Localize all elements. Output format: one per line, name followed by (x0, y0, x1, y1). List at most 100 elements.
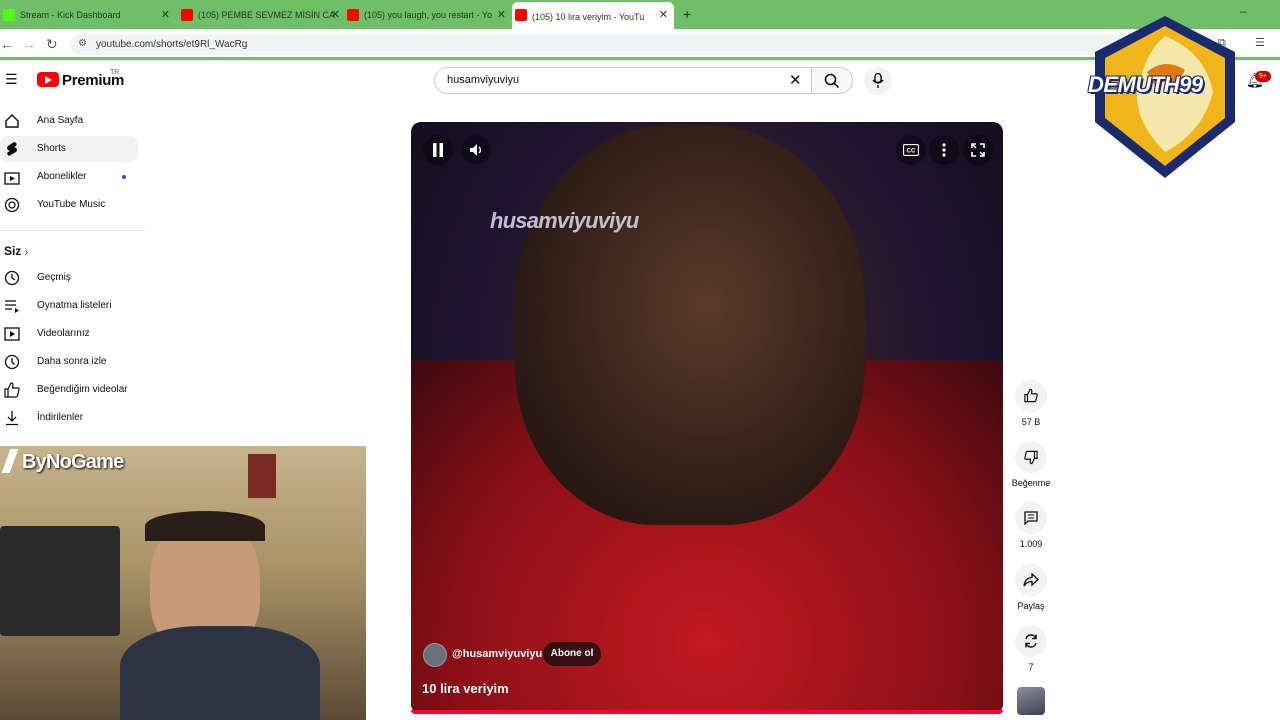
kick-favicon-icon (3, 9, 15, 21)
sidebar-item-label: Oynatma listeleri (37, 300, 112, 311)
site-info-icon[interactable]: ⚙ (78, 38, 87, 49)
thumbs-up-icon (1024, 388, 1038, 403)
streamer-hair (145, 511, 265, 541)
remix-count: 7 (1028, 662, 1034, 672)
hamburger-menu-icon[interactable]: ☰ (5, 71, 18, 88)
sidebar-item-playlists[interactable]: Oynatma listeleri (0, 293, 138, 319)
channel-name[interactable]: @husamviyuviyu (452, 648, 542, 660)
downloads-icon (6, 411, 18, 426)
streamer-shirt (120, 626, 320, 720)
back-icon[interactable]: ← (0, 36, 14, 52)
sidebar-item-subscriptions[interactable]: Abonelikler (0, 164, 138, 190)
playlist-icon (5, 300, 19, 313)
video-watermark: husamviyuviyu (490, 208, 639, 233)
url-text: youtube.com/shorts/et9Rl_WacRg (96, 39, 248, 50)
youtube-favicon-icon (347, 9, 359, 21)
thumbs-down-icon (1024, 450, 1038, 465)
streamer-webcam (0, 446, 366, 720)
video-frame-subject (515, 125, 865, 525)
comment-count: 1.009 (1019, 539, 1043, 549)
search-icon (824, 73, 840, 89)
shorts-icon (7, 142, 17, 156)
sidebar-item-music[interactable]: YouTube Music (0, 192, 138, 218)
history-icon (4, 270, 20, 286)
close-tab-icon[interactable]: ✕ (161, 8, 170, 21)
sidebar-item-label: Geçmiş (37, 272, 71, 283)
tab-title: Stream - Kick Dashboard (20, 10, 121, 20)
search-value: husamviyuviyu (447, 74, 520, 86)
fullscreen-icon (971, 143, 985, 157)
new-content-dot (122, 175, 126, 179)
close-tab-icon[interactable]: ✕ (659, 8, 668, 21)
more-options-button[interactable] (929, 135, 959, 165)
share-icon (1023, 573, 1039, 587)
url-field[interactable]: ⚙ youtube.com/shorts/et9Rl_WacRg (70, 34, 1220, 55)
tab-title: (105) 10 lira veriyim - YouTu (532, 11, 645, 22)
dislike-label: Beğenme (1011, 478, 1051, 488)
clear-search-icon[interactable]: ✕ (789, 71, 802, 89)
youtube-favicon-icon (515, 9, 527, 21)
sidebar-item-home[interactable]: Ana Sayfa (0, 108, 138, 134)
reload-icon[interactable]: ↻ (46, 36, 58, 53)
remix-button[interactable] (1015, 625, 1047, 657)
more-vertical-icon (942, 143, 946, 157)
tab-kick-dashboard[interactable]: Stream - Kick Dashboard ✕ (0, 4, 176, 26)
channel-avatar[interactable] (423, 643, 447, 667)
subscribe-button[interactable]: Abone ol (543, 642, 601, 666)
chevron-right-icon: › (24, 247, 29, 258)
sidebar-item-shorts[interactable]: Shorts (0, 136, 138, 162)
tab-title: (105) PEMBE SEVMEZ MİSİN CA (198, 10, 336, 20)
close-tab-icon[interactable]: ✕ (331, 8, 340, 21)
share-button[interactable] (1015, 564, 1047, 596)
video-title[interactable]: 10 lira veriyim (422, 681, 509, 696)
you-section-header[interactable]: Siz › (4, 244, 28, 258)
video-progress-bar[interactable] (411, 710, 1003, 714)
sidebar-item-history[interactable]: Geçmiş (0, 265, 138, 291)
new-tab-icon[interactable]: + (683, 6, 691, 22)
tab-pembe[interactable]: (105) PEMBE SEVMEZ MİSİN CA ✕ (178, 4, 346, 26)
close-tab-icon[interactable]: ✕ (497, 8, 506, 21)
sidebar-divider (0, 230, 146, 231)
monitor-shape (0, 526, 120, 636)
captions-button[interactable]: CC (896, 135, 926, 165)
like-button[interactable] (1015, 380, 1047, 412)
sidebar-item-liked[interactable]: Beğendiğim videolar (0, 377, 138, 403)
forward-icon[interactable]: → (22, 36, 36, 52)
liked-icon (4, 382, 20, 398)
volume-icon (470, 144, 482, 156)
your-videos-icon (4, 327, 20, 341)
search-input[interactable]: husamviyuviyu ✕ (434, 67, 812, 94)
watch-later-icon (4, 354, 20, 370)
sidebar-item-label: İndirilenler (37, 412, 84, 423)
menu-icon[interactable]: ☰ (1255, 36, 1265, 49)
comments-button[interactable] (1015, 502, 1047, 534)
voice-search-button[interactable] (864, 67, 892, 95)
sidebar-item-label: Beğendiğim videolar (37, 384, 128, 395)
sound-thumbnail[interactable] (1017, 687, 1045, 715)
sidebar-item-watch-later[interactable]: Daha sonra izle (0, 349, 138, 375)
tab-you-laugh[interactable]: (105) you laugh, you restart - Yo ✕ (344, 4, 512, 26)
remix-icon (1025, 634, 1037, 648)
dislike-button[interactable] (1015, 441, 1047, 473)
like-count: 57 B (1021, 417, 1041, 427)
sidebar-item-label: Ana Sayfa (37, 115, 84, 126)
streamer-name-label: ByNoGame (22, 451, 124, 473)
svg-text:CC: CC (907, 149, 916, 155)
pause-icon (433, 143, 443, 157)
volume-button[interactable] (461, 135, 491, 165)
youtube-logo-icon[interactable] (37, 72, 59, 87)
region-code: TR (110, 69, 120, 76)
search-button[interactable] (811, 67, 853, 94)
captions-icon: CC (903, 144, 919, 156)
you-section-label: Siz (4, 244, 22, 258)
sidebar-item-downloads[interactable]: İndirilenler (0, 405, 138, 431)
fullscreen-button[interactable] (963, 135, 993, 165)
notification-count-badge: 9+ (1255, 71, 1271, 82)
overlay-logo-text: DEMUTH99 (1088, 72, 1203, 97)
tab-title: (105) you laugh, you restart - Yo (364, 10, 493, 20)
music-icon (4, 197, 20, 213)
sidebar-item-label: Videolarınız (37, 328, 90, 339)
sidebar-item-your-videos[interactable]: Videolarınız (0, 321, 138, 347)
pause-button[interactable] (423, 135, 453, 165)
tab-10-lira-active[interactable]: (105) 10 lira veriyim - YouTu ✕ (512, 2, 674, 29)
